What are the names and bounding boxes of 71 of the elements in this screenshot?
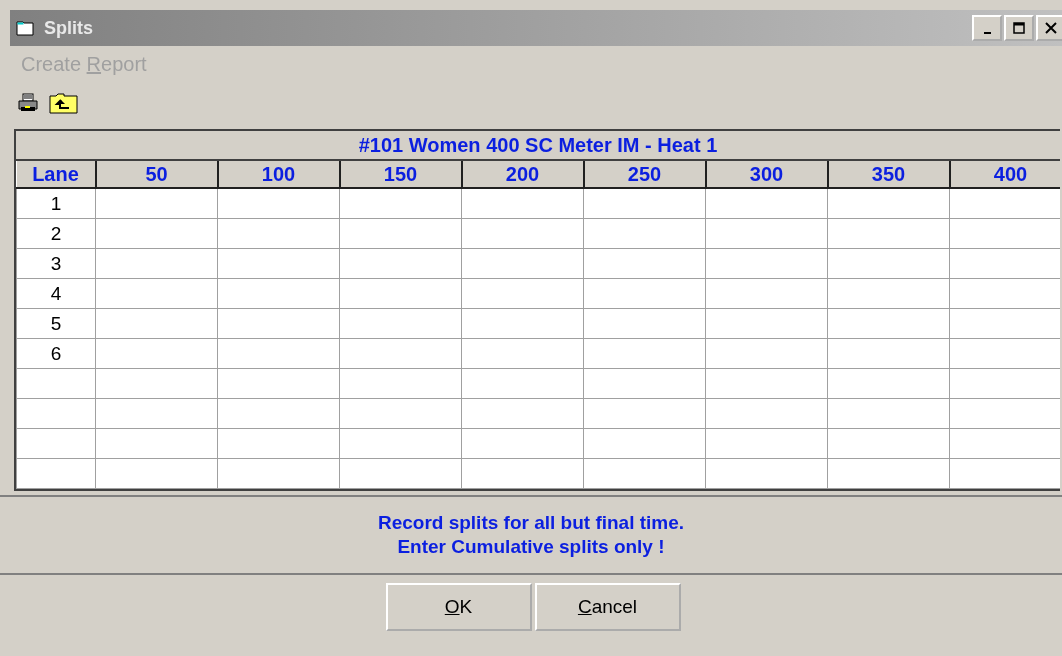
ok-button[interactable]: OK — [385, 583, 532, 631]
column-header: 50 — [95, 161, 218, 188]
cancel-button[interactable]: Cancel — [534, 583, 681, 631]
split-cell[interactable] — [827, 218, 950, 249]
split-cell[interactable] — [461, 248, 584, 279]
split-cell[interactable] — [217, 188, 340, 219]
split-cell[interactable] — [583, 278, 706, 309]
split-cell[interactable] — [705, 188, 828, 219]
split-cell[interactable] — [705, 278, 828, 309]
split-cell[interactable] — [217, 218, 340, 249]
column-header: 300 — [705, 161, 828, 188]
maximize-button[interactable] — [1004, 15, 1034, 41]
printer-icon[interactable] — [17, 93, 39, 113]
split-cell[interactable] — [583, 338, 706, 369]
split-cell[interactable] — [217, 308, 340, 339]
column-header: 100 — [217, 161, 340, 188]
split-cell[interactable] — [705, 308, 828, 339]
grid-title: #101 Women 400 SC Meter IM - Heat 1 — [16, 131, 1060, 161]
instruction-text: Record splits for all but final time. — [377, 511, 685, 535]
lane-cell: 3 — [16, 248, 96, 279]
split-cell[interactable] — [95, 188, 218, 219]
lane-cell: 4 — [16, 278, 96, 309]
split-cell[interactable] — [461, 278, 584, 309]
window-icon — [16, 20, 34, 36]
split-cell[interactable] — [827, 188, 950, 219]
split-cell[interactable] — [705, 218, 828, 249]
split-cell[interactable] — [827, 308, 950, 339]
split-cell[interactable] — [461, 338, 584, 369]
split-cell[interactable] — [339, 218, 462, 249]
split-cell[interactable] — [583, 218, 706, 249]
split-cell[interactable] — [95, 338, 218, 369]
column-header: 250 — [583, 161, 706, 188]
minimize-icon — [983, 32, 991, 34]
split-cell[interactable] — [95, 218, 218, 249]
split-cell[interactable] — [583, 248, 706, 279]
column-header: 200 — [461, 161, 584, 188]
column-header: 350 — [827, 161, 950, 188]
split-cell[interactable] — [95, 308, 218, 339]
instruction-text: Enter Cumulative splits only ! — [397, 535, 665, 559]
split-cell[interactable] — [339, 188, 462, 219]
column-header: Lane — [16, 161, 96, 188]
split-cell[interactable] — [705, 248, 828, 279]
split-cell[interactable] — [217, 278, 340, 309]
split-cell[interactable] — [461, 308, 584, 339]
maximize-icon — [1013, 22, 1025, 34]
split-cell[interactable] — [827, 248, 950, 279]
column-header: 150 — [339, 161, 462, 188]
split-cell[interactable] — [461, 188, 584, 219]
split-cell[interactable] — [95, 278, 218, 309]
split-cell[interactable] — [339, 248, 462, 279]
close-icon — [1045, 22, 1057, 34]
lane-cell: 5 — [16, 308, 96, 339]
column-header: 400 — [949, 161, 1060, 188]
split-cell[interactable] — [583, 188, 706, 219]
split-cell[interactable] — [217, 338, 340, 369]
lane-cell: 2 — [16, 218, 96, 249]
split-cell[interactable] — [339, 278, 462, 309]
split-cell[interactable] — [827, 278, 950, 309]
window-title: Splits — [44, 17, 93, 39]
split-cell[interactable] — [461, 218, 584, 249]
split-cell[interactable] — [583, 308, 706, 339]
folder-up-icon[interactable] — [49, 92, 79, 114]
split-cell[interactable] — [339, 338, 462, 369]
close-button[interactable] — [1036, 15, 1062, 41]
split-cell[interactable] — [827, 338, 950, 369]
split-cell[interactable] — [339, 308, 462, 339]
lane-cell: 1 — [16, 188, 96, 219]
split-cell[interactable] — [217, 248, 340, 279]
split-cell[interactable] — [705, 338, 828, 369]
split-cell[interactable] — [95, 248, 218, 279]
lane-cell: 6 — [16, 338, 96, 369]
